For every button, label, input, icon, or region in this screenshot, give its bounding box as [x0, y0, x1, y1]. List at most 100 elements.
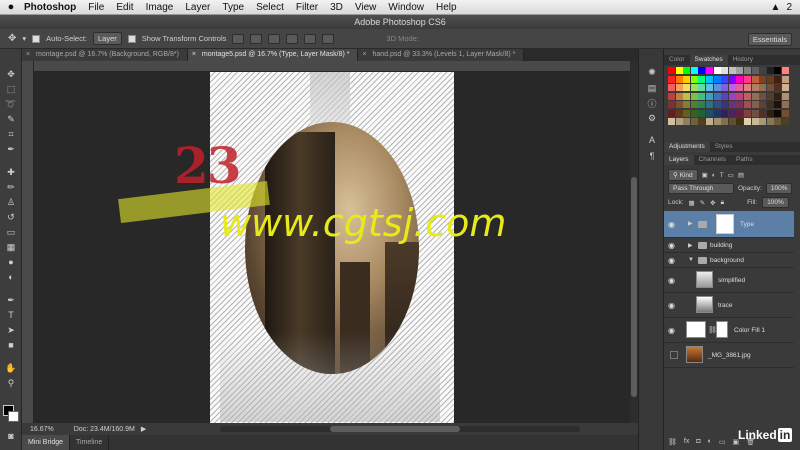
color-swatch[interactable] [728, 75, 736, 83]
expand-icon[interactable]: ▶ [688, 242, 693, 249]
tool-preset-dropdown[interactable]: ▾ [22, 34, 26, 43]
layer-name[interactable]: _MG_3861.jpg [708, 352, 751, 359]
color-swatch[interactable] [728, 118, 736, 125]
collapse-icon[interactable]: ▼ [688, 257, 694, 263]
color-swatch[interactable] [736, 101, 744, 108]
color-swatch[interactable] [721, 101, 729, 108]
layer-row-image[interactable]: _MG_3861.jpg [664, 344, 794, 368]
pen-tool-icon[interactable]: ✒ [5, 295, 17, 306]
color-swatch[interactable] [751, 118, 759, 125]
filter-shape-icon[interactable]: ▭ [728, 171, 734, 179]
close-icon[interactable]: × [192, 49, 196, 61]
color-swatch[interactable] [706, 109, 713, 117]
tab-paths[interactable]: Paths [731, 155, 758, 165]
color-swatch[interactable] [751, 67, 759, 74]
color-swatch[interactable] [690, 84, 698, 91]
color-swatch[interactable] [706, 84, 713, 91]
scroll-thumb[interactable] [631, 177, 637, 397]
color-swatch[interactable] [728, 67, 736, 74]
color-swatch[interactable] [713, 67, 721, 74]
color-swatch[interactable] [774, 109, 782, 117]
tab-styles[interactable]: Styles [710, 142, 738, 152]
align-right-button[interactable] [322, 33, 335, 44]
color-swatch[interactable] [759, 109, 767, 117]
color-swatch[interactable] [713, 109, 721, 117]
color-swatch[interactable] [766, 109, 774, 117]
tab-layers[interactable]: Layers [664, 155, 694, 165]
blend-mode-dropdown[interactable]: Pass Through [668, 183, 734, 194]
layer-name[interactable]: trace [718, 302, 732, 309]
move-tool-icon[interactable]: ✥ [8, 33, 16, 44]
color-swatch[interactable] [782, 101, 789, 108]
color-swatch[interactable] [690, 101, 698, 108]
dodge-tool-icon[interactable]: ◐ [5, 272, 17, 283]
color-swatch[interactable] [774, 75, 782, 83]
visibility-toggle[interactable] [670, 351, 678, 359]
color-swatch[interactable] [751, 101, 759, 108]
color-swatch[interactable] [713, 75, 721, 83]
tab-adjustments[interactable]: Adjustments [664, 142, 710, 152]
layer-row-color-fill[interactable]: ◉ ⛓ Color Fill 1 [664, 319, 794, 343]
color-swatch[interactable] [713, 92, 721, 100]
history-brush-tool-icon[interactable]: ↺ [5, 212, 17, 223]
color-swatch[interactable] [690, 109, 698, 117]
color-swatch[interactable] [721, 118, 729, 125]
color-swatch[interactable] [782, 118, 789, 125]
menu-select[interactable]: Select [250, 2, 290, 13]
color-swatch[interactable] [744, 92, 751, 100]
color-swatch[interactable] [774, 84, 782, 91]
layer-mask-thumbnail[interactable] [716, 214, 734, 234]
color-swatch[interactable] [736, 84, 744, 91]
color-swatch[interactable] [759, 84, 767, 91]
color-swatch[interactable] [690, 75, 698, 83]
color-swatch[interactable] [668, 75, 675, 83]
color-swatch[interactable] [706, 118, 713, 125]
color-swatch[interactable] [766, 84, 774, 91]
auto-select-dropdown[interactable]: Layer [93, 32, 122, 45]
color-swatch[interactable] [782, 92, 789, 100]
vertical-ruler[interactable] [22, 61, 34, 425]
color-swatch[interactable] [668, 118, 675, 125]
stamp-tool-icon[interactable]: ♙ [5, 197, 17, 208]
tab-history[interactable]: History [728, 55, 758, 65]
tab-channels[interactable]: Channels [694, 155, 731, 165]
color-swatch[interactable] [736, 75, 744, 83]
path-select-tool-icon[interactable]: ➤ [5, 325, 17, 336]
color-swatch[interactable] [683, 118, 691, 125]
color-swatch[interactable] [736, 92, 744, 100]
color-swatch[interactable] [683, 84, 691, 91]
menu-app-photoshop[interactable]: Photoshop [22, 2, 82, 13]
color-swatch[interactable] [683, 92, 691, 100]
add-mask-icon[interactable]: ◘ [696, 438, 700, 446]
vertical-scrollbar[interactable] [630, 61, 638, 425]
menu-filter[interactable]: Filter [290, 2, 324, 13]
color-swatch[interactable] [698, 92, 706, 100]
new-group-icon[interactable]: ▭ [719, 438, 726, 446]
layer-row-trace[interactable]: ◉ trace [664, 294, 794, 318]
color-swatch[interactable] [698, 84, 706, 91]
healing-tool-icon[interactable]: ✚ [5, 167, 17, 178]
crop-tool-icon[interactable]: ⌗ [5, 129, 17, 140]
color-swatch[interactable] [728, 92, 736, 100]
color-swatch[interactable] [675, 92, 683, 100]
filter-adjust-icon[interactable]: ◐ [712, 172, 716, 179]
align-bottom-button[interactable] [268, 33, 281, 44]
color-swatch[interactable] [668, 101, 675, 108]
properties-icon[interactable]: ⚙ [646, 113, 658, 124]
layer-name[interactable]: Type [740, 221, 754, 228]
color-swatch[interactable] [675, 75, 683, 83]
paragraph-icon[interactable]: ¶ [646, 151, 658, 162]
menu-type[interactable]: Type [216, 2, 250, 13]
color-swatch[interactable] [782, 67, 789, 74]
align-top-button[interactable] [232, 33, 245, 44]
marquee-tool-icon[interactable]: ⬚ [5, 84, 17, 95]
layer-name[interactable]: building [710, 242, 732, 249]
color-swatch[interactable] [782, 109, 789, 117]
color-swatch[interactable] [759, 75, 767, 83]
color-swatch[interactable] [675, 118, 683, 125]
close-icon[interactable]: × [362, 49, 366, 61]
menu-window[interactable]: Window [382, 2, 430, 13]
color-swatch[interactable] [782, 84, 789, 91]
eraser-tool-icon[interactable]: ▭ [5, 227, 17, 238]
eye-icon[interactable]: ◉ [668, 241, 680, 250]
